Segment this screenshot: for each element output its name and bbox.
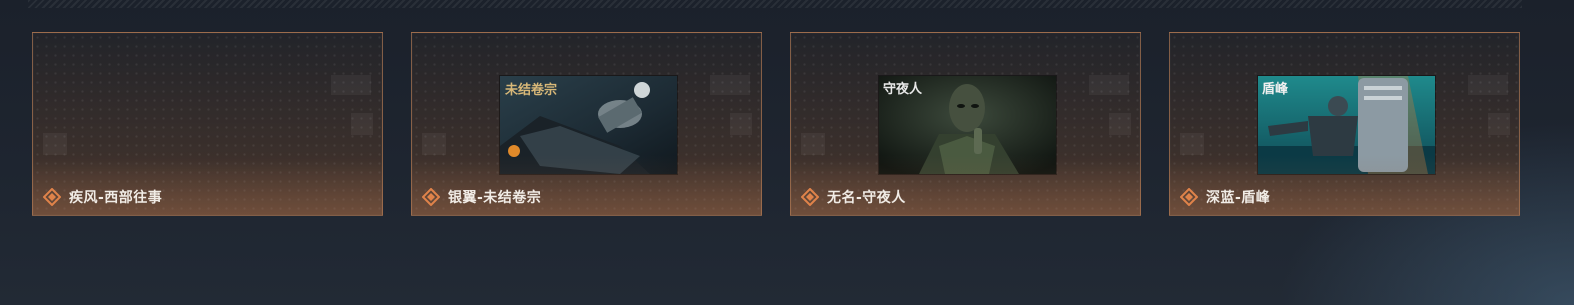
- decor-block: [710, 75, 750, 95]
- skin-artwork: 盾峰: [1258, 76, 1435, 174]
- card-label-row: 深蓝-盾峰: [1180, 187, 1270, 207]
- decor-block: [1468, 75, 1508, 95]
- card-title: 银翼-未结卷宗: [448, 190, 542, 206]
- skin-card-wuming[interactable]: 守夜人 无名-守夜人: [790, 32, 1141, 216]
- skin-artwork: 未结卷宗: [500, 76, 677, 174]
- skin-card-shenlan[interactable]: 盾峰 深蓝-盾峰: [1169, 32, 1520, 216]
- decor-block: [331, 75, 371, 95]
- decor-block: [1488, 113, 1510, 135]
- decor-block: [801, 133, 825, 155]
- artwork-caption: 未结卷宗: [504, 82, 557, 98]
- skin-artwork: 守夜人: [879, 76, 1056, 174]
- decor-block: [730, 113, 752, 135]
- skin-thumbnail-image[interactable]: 守夜人: [878, 75, 1057, 175]
- decor-block: [1089, 75, 1129, 95]
- diamond-icon: [1180, 188, 1198, 206]
- diamond-icon: [801, 188, 819, 206]
- decor-block: [1109, 113, 1131, 135]
- decor-block: [351, 113, 373, 135]
- card-title: 无名-守夜人: [827, 190, 906, 206]
- skin-card-yinyi[interactable]: 未结卷宗 银翼-未结卷宗: [411, 32, 762, 216]
- card-label-row: 银翼-未结卷宗: [422, 187, 541, 207]
- decor-block: [43, 133, 67, 155]
- artwork-caption: 盾峰: [1262, 81, 1289, 97]
- diamond-icon: [422, 188, 440, 206]
- card-label-row: 疾风-西部往事: [43, 187, 162, 207]
- card-title: 疾风-西部往事: [69, 190, 163, 206]
- skin-card-jifeng[interactable]: 疾风-西部往事: [32, 32, 383, 216]
- decor-block: [1180, 133, 1204, 155]
- card-label-row: 无名-守夜人: [801, 187, 906, 207]
- diamond-icon: [43, 188, 61, 206]
- artwork-caption: 守夜人: [883, 81, 923, 97]
- card-title: 深蓝-盾峰: [1206, 190, 1271, 206]
- skin-thumbnail-image[interactable]: 未结卷宗: [499, 75, 678, 175]
- skin-thumbnail-image[interactable]: 盾峰: [1257, 75, 1436, 175]
- decor-block: [422, 133, 446, 155]
- top-divider-strip: [28, 0, 1522, 8]
